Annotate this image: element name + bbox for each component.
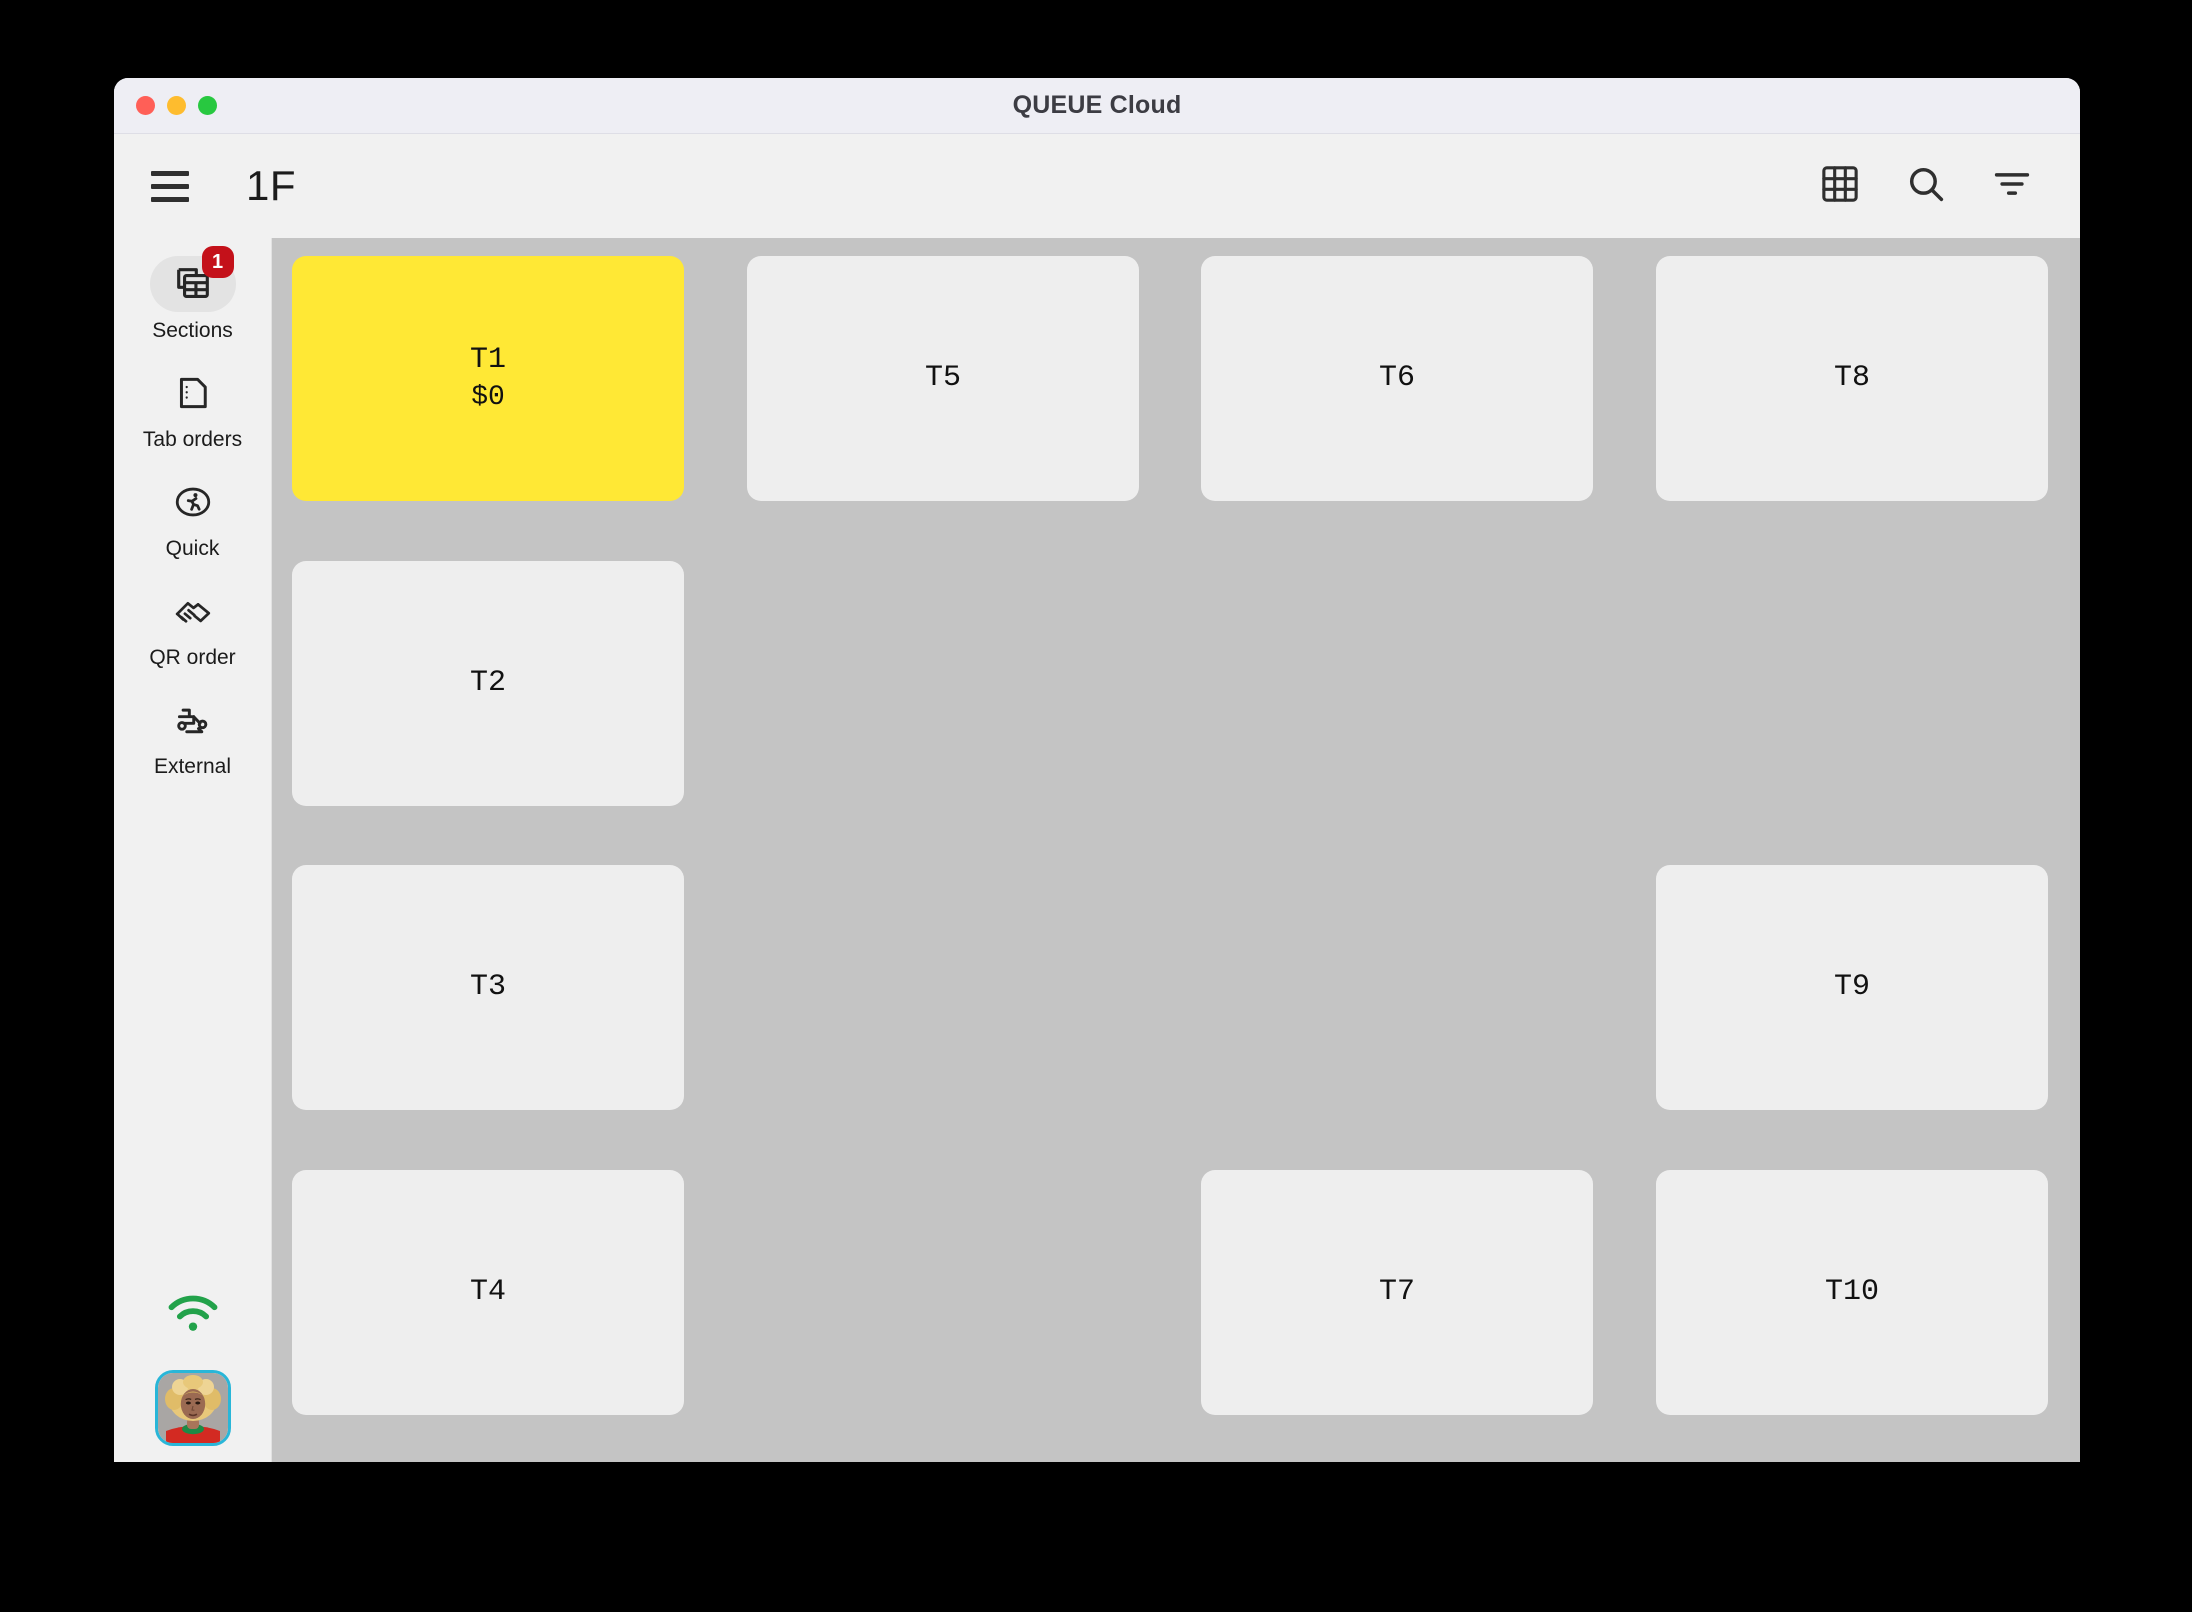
sidebar-footer [154,1291,231,1462]
floor-plan-canvas[interactable]: T1 $0 T5 T6 T8 T2 T3 T9 T4 T7 T10 [272,238,2080,1462]
grid-view-icon[interactable] [1818,162,1862,211]
table-label: T2 [469,665,506,700]
table-label: T8 [1833,360,1870,395]
hamburger-menu-icon[interactable] [144,160,196,212]
quick-icon-wrap [150,474,236,530]
table-label: T10 [1824,1274,1879,1309]
tab-orders-icon-wrap [150,365,236,421]
app-window: QUEUE Cloud 1F 1 Sections Tab orders Qui… [114,78,2080,1462]
table-card-t9[interactable]: T9 [1656,865,2048,1110]
table-label: T3 [469,969,506,1004]
handshake-icon [175,601,210,623]
toolbar-actions [1818,162,2034,211]
sidebar-item-sections[interactable]: 1 Sections [127,246,259,343]
table-card-t5[interactable]: T5 [747,256,1139,501]
filter-icon[interactable] [1990,162,2034,211]
window-titlebar: QUEUE Cloud [114,78,2080,134]
table-amount: $0 [471,381,505,413]
table-card-t1[interactable]: T1 $0 [292,256,684,501]
table-card-t2[interactable]: T2 [292,561,684,806]
user-avatar[interactable] [154,1370,231,1446]
table-label: T1 [469,343,506,378]
table-label: T9 [1833,969,1870,1004]
sections-badge: 1 [201,246,234,278]
window-controls [136,96,217,115]
main-content-row: 1 Sections Tab orders Quick QR order Ext… [114,238,2080,1462]
close-window-button[interactable] [136,96,155,115]
table-card-t10[interactable]: T10 [1656,1170,2048,1415]
app-toolbar: 1F [114,134,2080,238]
external-icon-wrap [150,692,236,748]
search-icon[interactable] [1904,162,1948,211]
table-card-t4[interactable]: T4 [292,1170,684,1415]
sidebar-item-label-qr-order: QR order [149,646,236,669]
table-label: T4 [469,1274,506,1309]
wifi-icon[interactable] [164,1291,222,1340]
page-title: 1F [246,162,297,209]
running-person-icon [175,487,210,517]
minimize-window-button[interactable] [167,96,186,115]
table-label: T5 [924,360,961,395]
sidebar-item-quick[interactable]: Quick [127,474,259,561]
sidebar-item-label-sections: Sections [152,319,233,342]
table-card-t6[interactable]: T6 [1201,256,1593,501]
table-card-t3[interactable]: T3 [292,865,684,1110]
sidebar: 1 Sections Tab orders Quick QR order Ext… [114,238,272,1462]
sections-icon-wrap: 1 [149,246,236,312]
sidebar-item-label-quick: Quick [165,537,220,560]
window-body: 1F 1 Sections Tab orders Quick QR order … [114,134,2080,1462]
qr-order-icon-wrap [150,583,236,639]
sidebar-item-label-external: External [153,755,232,778]
document-icon [179,377,207,409]
scooter-delivery-icon [176,708,207,734]
maximize-window-button[interactable] [198,96,217,115]
table-label: T7 [1378,1274,1415,1309]
table-card-t7[interactable]: T7 [1201,1170,1593,1415]
sidebar-item-qr-order[interactable]: QR order [127,583,259,670]
sidebar-item-external[interactable]: External [127,692,259,779]
table-label: T6 [1378,360,1415,395]
sidebar-item-label-tab-orders: Tab orders [142,428,243,451]
table-card-t8[interactable]: T8 [1656,256,2048,501]
sidebar-item-tab-orders[interactable]: Tab orders [127,365,259,452]
window-title: QUEUE Cloud [1012,91,1182,119]
